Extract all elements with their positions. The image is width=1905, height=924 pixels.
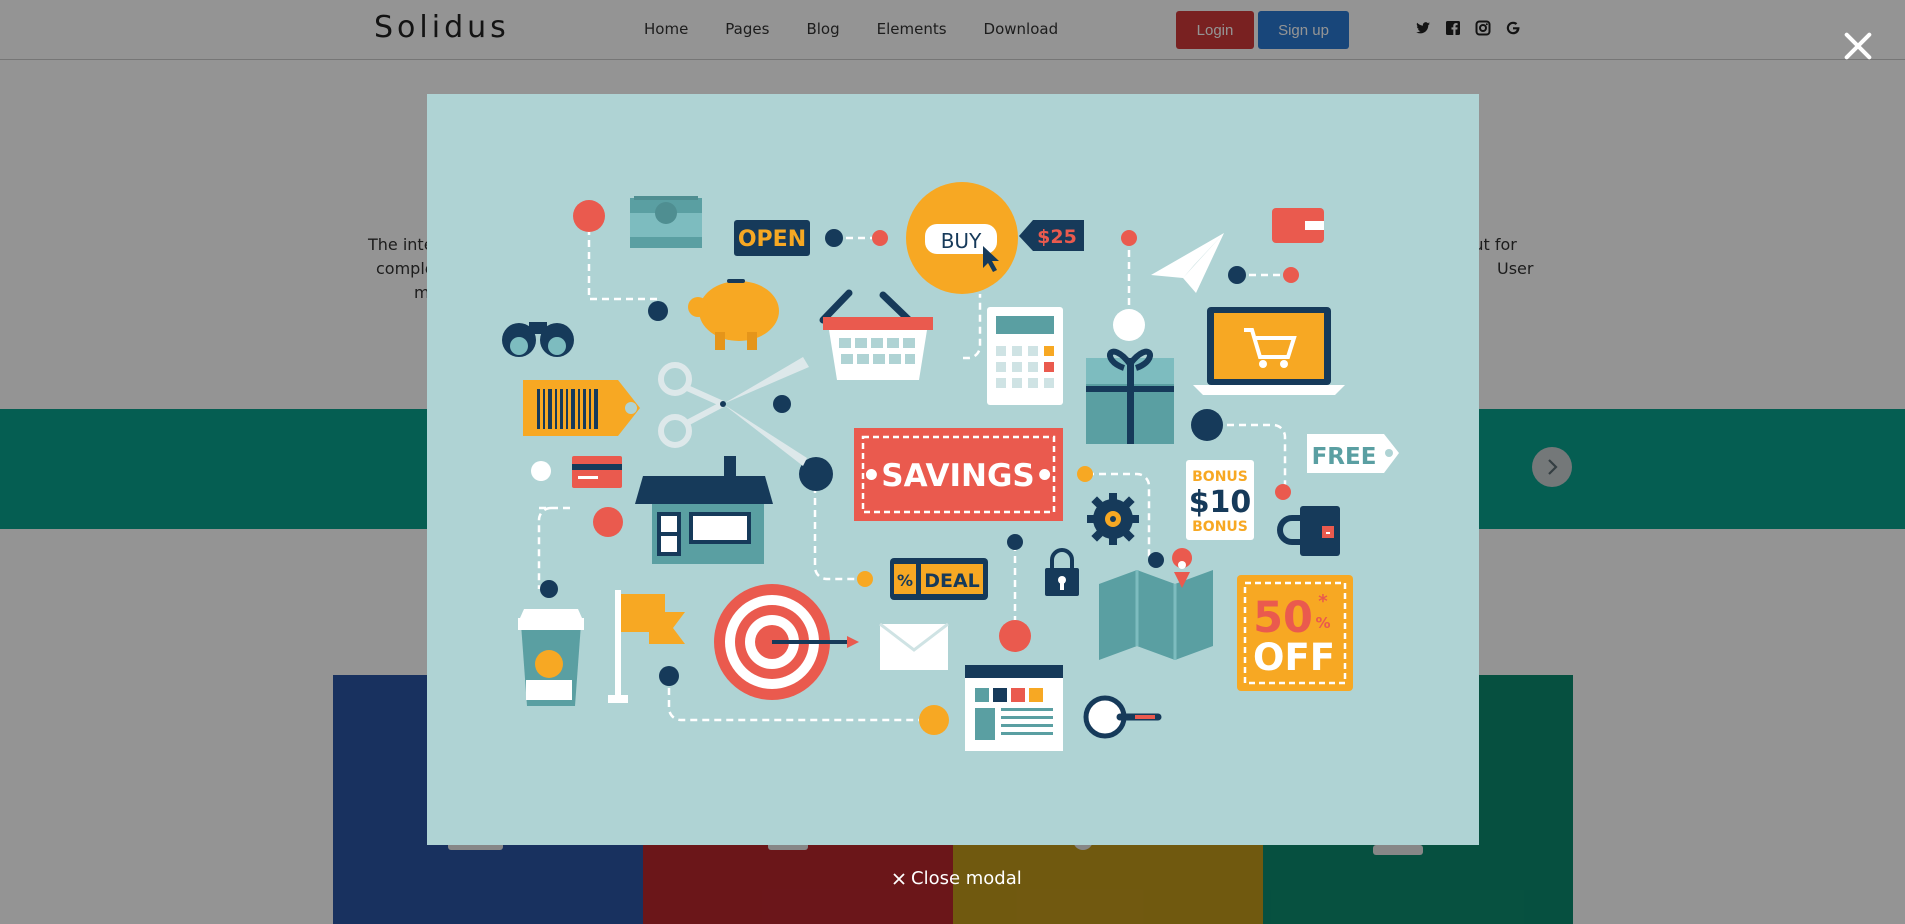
shopping-illustration: OPEN BUY $25 •SAVINGS• FREE BONUS $10 BO… bbox=[502, 182, 1399, 751]
svg-text:BONUS: BONUS bbox=[1192, 519, 1248, 535]
close-modal-button[interactable]: Close modal bbox=[893, 868, 1022, 889]
close-modal-label: Close modal bbox=[911, 868, 1022, 889]
svg-text:$10: $10 bbox=[1189, 485, 1252, 520]
svg-text:%: % bbox=[1315, 614, 1330, 632]
svg-text:$25: $25 bbox=[1037, 226, 1077, 248]
svg-text:BONUS: BONUS bbox=[1192, 469, 1248, 485]
svg-text:FREE: FREE bbox=[1312, 444, 1377, 470]
close-icon[interactable] bbox=[1840, 28, 1876, 64]
svg-text:DEAL: DEAL bbox=[924, 570, 980, 592]
svg-text:%: % bbox=[897, 571, 913, 590]
svg-text:*: * bbox=[1318, 591, 1328, 612]
modal-image: OPEN BUY $25 •SAVINGS• FREE BONUS $10 BO… bbox=[427, 94, 1479, 845]
svg-text:OPEN: OPEN bbox=[738, 227, 806, 252]
svg-text:•SAVINGS•: •SAVINGS• bbox=[861, 458, 1054, 494]
close-icon bbox=[893, 872, 905, 885]
svg-text:OFF: OFF bbox=[1253, 636, 1335, 679]
svg-text:BUY: BUY bbox=[941, 229, 982, 253]
